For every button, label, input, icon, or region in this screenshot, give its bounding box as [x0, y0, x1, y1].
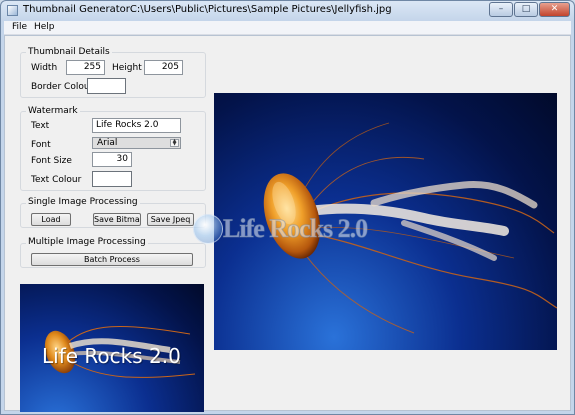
minimize-button[interactable]: –: [489, 2, 513, 17]
combo-arrows-icon[interactable]: ▲ ▼: [170, 139, 179, 147]
save-bitmap-button[interactable]: Save Bitmap: [93, 213, 141, 226]
border-colour-swatch[interactable]: [87, 78, 126, 94]
globe-icon: [193, 214, 223, 244]
thumbnail-details-label: Thumbnail Details: [26, 47, 112, 57]
watermark-text-input[interactable]: Life Rocks 2.0: [92, 118, 181, 133]
text-colour-label: Text Colour: [31, 175, 82, 185]
maximize-icon: □: [521, 4, 531, 14]
width-label: Width: [31, 63, 58, 73]
app-window: Thumbnail GeneratorC:\Users\Public\Pictu…: [0, 0, 575, 415]
logo-text: Life Rocks 2.0: [222, 214, 368, 244]
multiple-image-label: Multiple Image Processing: [26, 237, 148, 247]
watermark-label: Watermark: [26, 106, 80, 116]
height-field[interactable]: 205: [144, 60, 183, 75]
text-label: Text: [31, 121, 50, 131]
border-colour-label: Border Colour: [31, 82, 94, 92]
font-size-label: Font Size: [31, 156, 72, 166]
thumbnail-watermark-text: Life Rocks 2.0: [42, 344, 181, 368]
batch-process-button[interactable]: Batch Process: [31, 253, 193, 266]
window-title: Thumbnail GeneratorC:\Users\Public\Pictu…: [23, 4, 392, 15]
font-select-value: Arial: [97, 138, 118, 148]
maximize-button[interactable]: □: [514, 2, 538, 17]
font-label: Font: [31, 140, 51, 150]
height-label: Height: [112, 63, 142, 73]
single-image-label: Single Image Processing: [26, 197, 140, 207]
app-icon: [7, 5, 18, 16]
text-colour-swatch[interactable]: [92, 171, 132, 187]
save-jpeg-button[interactable]: Save Jpeq: [147, 213, 194, 226]
thumbnail-preview: Life Rocks 2.0: [20, 284, 204, 412]
font-select[interactable]: Arial ▲ ▼: [92, 137, 181, 149]
close-button[interactable]: ✕: [539, 2, 570, 17]
width-field[interactable]: 255: [66, 60, 105, 75]
client-area: Thumbnail Details Width 255 Height 205 B…: [4, 35, 571, 412]
menu-bar: File Help: [4, 21, 571, 35]
close-icon: ✕: [550, 4, 559, 14]
menu-file[interactable]: File: [12, 22, 27, 32]
load-button[interactable]: Load: [31, 213, 71, 226]
menu-help[interactable]: Help: [34, 22, 55, 32]
minimize-icon: –: [498, 4, 504, 14]
font-size-field[interactable]: 30: [92, 152, 132, 167]
title-bar[interactable]: Thumbnail GeneratorC:\Users\Public\Pictu…: [1, 1, 574, 21]
